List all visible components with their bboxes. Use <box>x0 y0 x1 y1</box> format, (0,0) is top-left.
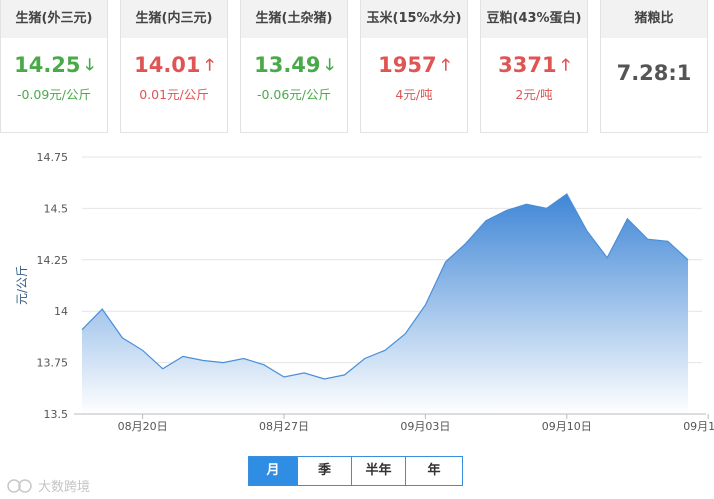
card-title: 生猪(内三元) <box>121 0 227 38</box>
card-corn: 玉米(15%水分) 1957 🡑 4元/吨 <box>360 0 468 133</box>
y-tick-label: 14 <box>54 305 68 318</box>
card-value: 7.28:1 <box>616 61 692 85</box>
range-button-year[interactable]: 年 <box>406 457 462 485</box>
price-area <box>82 194 688 414</box>
card-change: -0.09元/公斤 <box>16 87 92 102</box>
card-change: 2元/吨 <box>515 87 553 102</box>
card-title: 豆粕(43%蛋白) <box>481 0 587 38</box>
card-change: -0.06元/公斤 <box>256 87 332 102</box>
card-pig-native: 生猪(土杂猪) 13.49 🡓 -0.06元/公斤 <box>240 0 348 133</box>
card-pig-grain-ratio: 猪粮比 7.28:1 <box>600 0 708 133</box>
watermark: 大数跨境 <box>6 476 90 495</box>
card-value: 14.01 🡑 <box>134 53 214 77</box>
card-title: 生猪(外三元) <box>1 0 107 38</box>
card-title: 猪粮比 <box>601 0 707 38</box>
price-cards: 生猪(外三元) 14.25 🡓 -0.09元/公斤 生猪(内三元) 14.01 🡑 … <box>0 0 714 145</box>
range-button-quarter[interactable]: 季 <box>298 457 352 485</box>
arrow-up-icon: 🡑 <box>205 55 214 74</box>
y-tick-label: 14.25 <box>37 254 69 267</box>
arrow-up-icon: 🡑 <box>441 55 450 74</box>
x-tick-label: 09月17日 <box>683 420 714 433</box>
card-title: 玉米(15%水分) <box>361 0 467 38</box>
y-axis-label: 元/公斤 <box>15 265 29 305</box>
range-button-month[interactable]: 月 <box>249 457 298 485</box>
watermark-text: 大数跨境 <box>38 480 91 495</box>
arrow-up-icon: 🡑 <box>561 55 570 74</box>
watermark-logo-icon <box>7 478 32 493</box>
card-change: 0.01元/公斤 <box>139 87 209 102</box>
y-tick-label: 13.5 <box>44 408 69 421</box>
range-button-half-year[interactable]: 半年 <box>352 457 406 485</box>
x-tick-label: 08月20日 <box>118 420 168 433</box>
card-title: 生猪(土杂猪) <box>241 0 347 38</box>
price-chart: 14.75 14.5 14.25 14 13.75 13.5 08月20日 08月27日 09… <box>0 140 714 440</box>
card-soymeal: 豆粕(43%蛋白) 3371 🡑 2元/吨 <box>480 0 588 133</box>
y-tick-label: 13.75 <box>37 357 69 370</box>
card-value: 3371 🡑 <box>498 53 570 77</box>
arrow-down-icon: 🡓 <box>85 55 94 74</box>
arrow-down-icon: 🡓 <box>325 55 334 74</box>
x-tick-label: 09月03日 <box>400 420 450 433</box>
range-selector: 月 季 半年 年 <box>248 456 463 486</box>
x-tick-label: 08月27日 <box>259 420 309 433</box>
card-value: 13.49 🡓 <box>254 53 334 77</box>
card-pig-outer: 生猪(外三元) 14.25 🡓 -0.09元/公斤 <box>0 0 108 133</box>
y-tick-label: 14.75 <box>37 151 69 164</box>
card-change: 4元/吨 <box>395 87 433 102</box>
card-value: 1957 🡑 <box>378 53 450 77</box>
chart-svg: 14.75 14.5 14.25 14 13.75 13.5 08月20日 08月27日 09… <box>15 151 714 433</box>
x-tick-label: 09月10日 <box>542 420 592 433</box>
card-pig-inner: 生猪(内三元) 14.01 🡑 0.01元/公斤 <box>120 0 228 133</box>
y-tick-label: 14.5 <box>44 202 69 215</box>
card-value: 14.25 🡓 <box>14 53 94 77</box>
